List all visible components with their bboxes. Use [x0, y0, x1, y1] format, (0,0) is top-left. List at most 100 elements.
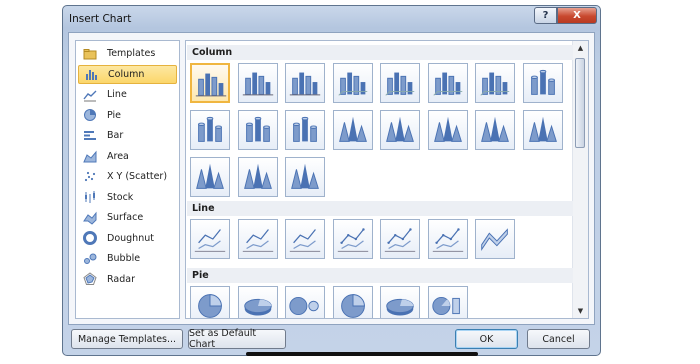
chart-type-label: Column — [108, 68, 145, 80]
chart-type-doughnut[interactable]: Doughnut — [78, 229, 177, 248]
scroll-thumb[interactable] — [575, 58, 585, 148]
scatter-chart-icon — [83, 170, 97, 184]
cancel-button[interactable]: Cancel — [527, 329, 590, 349]
surface-chart-icon — [83, 211, 97, 225]
chart-subtype-stacked-line-markers[interactable] — [380, 219, 420, 259]
chart-subtype-clustered-cylinder[interactable] — [522, 63, 563, 103]
chart-subtype-100-stacked-line[interactable] — [285, 219, 325, 259]
chart-type-line[interactable]: Line — [78, 85, 177, 104]
scroll-down-arrow-icon[interactable]: ▼ — [573, 304, 588, 318]
set-default-chart-button[interactable]: Set as Default Chart — [188, 328, 286, 350]
chart-type-label: X Y (Scatter) — [107, 171, 168, 182]
3d-100-stacked-column-icon — [432, 72, 462, 96]
chart-subtype-3d-cylinder[interactable] — [285, 110, 325, 150]
column-chart-icon — [84, 67, 98, 81]
doughnut-chart-icon — [83, 231, 97, 245]
section-header-line: Line — [187, 201, 573, 216]
stacked-cylinder-icon — [198, 116, 222, 142]
section-header-pie: Pie — [187, 268, 573, 283]
chart-subtype-pie-of-pie[interactable] — [285, 286, 325, 318]
radar-chart-icon — [83, 272, 97, 286]
chart-subtype-clustered-column[interactable] — [190, 63, 230, 103]
section-header-column: Column — [187, 45, 573, 60]
chart-subtype-3d-pie[interactable] — [237, 286, 278, 318]
chart-subtype-pie[interactable] — [190, 286, 230, 318]
100-stacked-line-markers-icon — [432, 228, 463, 252]
stock-chart-icon — [83, 190, 97, 204]
chart-subtype-exploded-pie[interactable] — [332, 286, 373, 318]
chart-type-bubble[interactable]: Bubble — [78, 249, 177, 268]
3d-line-icon — [481, 228, 508, 252]
chart-subtype-100-stacked-cylinder[interactable] — [237, 110, 278, 150]
manage-templates-button[interactable]: Manage Templates... — [71, 329, 183, 349]
chart-subtype-line-markers[interactable] — [332, 219, 373, 259]
chart-type-label: Templates — [107, 48, 156, 59]
3d-stacked-column-icon — [385, 72, 415, 96]
help-button[interactable]: ? — [534, 7, 557, 24]
bar-of-pie-icon — [431, 296, 460, 316]
folder-icon — [83, 47, 97, 61]
chart-subtype-stacked-pyramid[interactable] — [190, 157, 230, 197]
close-button[interactable]: X — [557, 7, 597, 24]
ok-button[interactable]: OK — [455, 329, 518, 349]
stacked-line-icon — [242, 229, 273, 252]
home-indicator — [246, 352, 478, 356]
clustered-cone-icon — [338, 116, 367, 142]
chart-type-x-y-scatter[interactable]: X Y (Scatter) — [78, 167, 177, 186]
100-stacked-column-icon — [289, 72, 321, 96]
100-stacked-cylinder-icon — [245, 116, 270, 142]
chart-type-pie[interactable]: Pie — [78, 106, 177, 125]
chart-type-stock[interactable]: Stock — [78, 188, 177, 207]
chart-type-label: Bar — [107, 130, 124, 141]
3d-exploded-pie-icon — [386, 298, 414, 316]
chart-type-radar[interactable]: Radar — [78, 270, 177, 289]
chart-subtype-stacked-cylinder[interactable] — [190, 110, 230, 150]
chart-type-area[interactable]: Area — [78, 147, 177, 166]
chart-subtype-100-stacked-column[interactable] — [285, 63, 325, 103]
gallery-scrollbar[interactable]: ▲ ▼ — [572, 41, 588, 318]
stacked-column-icon — [242, 72, 273, 96]
3d-column-icon — [480, 72, 510, 96]
chart-subtype-stacked-cone[interactable] — [380, 110, 420, 150]
chart-subtype-stacked-line[interactable] — [237, 219, 278, 259]
100-stacked-cone-icon — [433, 116, 462, 142]
line-icon — [194, 229, 226, 252]
chart-subtype-3d-column[interactable] — [475, 63, 515, 103]
chart-subtype-3d-pyramid[interactable] — [285, 157, 325, 197]
chart-type-bar[interactable]: Bar — [78, 126, 177, 145]
chart-subtype-clustered-pyramid[interactable] — [522, 110, 563, 150]
chart-subtype-100-stacked-line-markers[interactable] — [427, 219, 468, 259]
chart-subtype-3d-cone[interactable] — [475, 110, 515, 150]
pie-of-pie-icon — [289, 296, 319, 316]
chart-type-templates[interactable]: Templates — [78, 44, 177, 63]
dialog-title: Insert Chart — [69, 13, 132, 25]
chart-type-label: Area — [107, 150, 129, 162]
chart-subtype-clustered-cone[interactable] — [332, 110, 373, 150]
chart-subtype-line[interactable] — [190, 219, 230, 259]
exploded-pie-icon — [340, 294, 365, 318]
chart-subtype-3d-100-stacked-column[interactable] — [427, 63, 468, 103]
bubble-chart-icon — [83, 252, 97, 266]
chart-type-label: Line — [107, 89, 127, 100]
insert-chart-dialog: Insert Chart ? X Templates Column Line Pie B… — [62, 5, 601, 356]
scroll-up-arrow-icon[interactable]: ▲ — [573, 41, 588, 55]
chart-subtype-3d-clustered-column[interactable] — [332, 63, 373, 103]
chart-subtype-100-stacked-pyramid[interactable] — [237, 157, 278, 197]
chart-subtype-stacked-column[interactable] — [237, 63, 278, 103]
clustered-column-icon — [195, 73, 227, 97]
3d-cone-icon — [481, 116, 509, 142]
chart-type-label: Bubble — [107, 253, 141, 264]
chart-subtype-3d-line[interactable] — [475, 219, 515, 259]
chart-type-label: Stock — [107, 191, 134, 203]
chart-subtype-100-stacked-cone[interactable] — [427, 110, 468, 150]
dialog-body: Templates Column Line Pie Bar Area X Y (Scatte… — [68, 32, 595, 325]
chart-type-label: Surface — [107, 212, 144, 223]
line-chart-icon — [83, 88, 97, 102]
title-bar[interactable]: Insert Chart ? X — [63, 6, 600, 31]
chart-type-surface[interactable]: Surface — [78, 208, 177, 227]
chart-type-column[interactable]: Column — [78, 64, 177, 84]
chart-type-label: Radar — [107, 273, 135, 285]
chart-subtype-3d-exploded-pie[interactable] — [380, 286, 420, 318]
chart-subtype-3d-stacked-column[interactable] — [380, 63, 420, 103]
chart-subtype-bar-of-pie[interactable] — [427, 286, 468, 318]
